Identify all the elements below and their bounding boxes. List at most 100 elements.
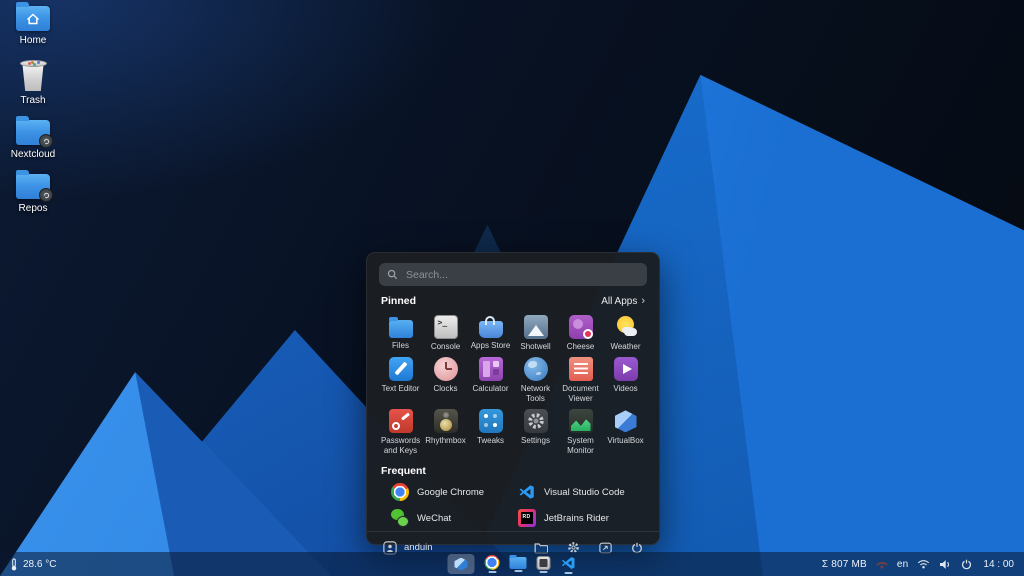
virtualbox-icon [614, 409, 638, 433]
temperature-widget[interactable]: 28.6 °C [10, 558, 56, 571]
pinned-section-header: Pinned All Apps › [381, 295, 645, 307]
taskbar-app-console[interactable] [537, 552, 551, 576]
power-icon[interactable] [961, 559, 972, 570]
desktop-icon-column: Home Trash Nextcloud Repo [4, 6, 62, 214]
app-settings[interactable]: Settings [514, 407, 557, 456]
wechat-icon [391, 509, 409, 527]
pinned-title: Pinned [381, 295, 416, 307]
jetbrains-rider-icon [518, 509, 536, 527]
frequent-app-grid: Google Chrome Visual Studio Code WeChat … [391, 483, 645, 527]
frequent-section-header: Frequent [381, 465, 645, 477]
app-console[interactable]: Console [424, 313, 467, 352]
weather-icon [614, 315, 638, 339]
desktop-icon-label: Repos [19, 203, 48, 214]
taskbar-app-launcher-button[interactable] [448, 554, 475, 574]
taskbar-app-icons [448, 552, 577, 576]
system-monitor-icon [569, 409, 593, 433]
videos-icon [614, 357, 638, 381]
sync-emblem-icon [39, 134, 53, 148]
taskbar-app-vscode[interactable] [561, 552, 577, 576]
app-text-editor[interactable]: Text Editor [379, 355, 422, 404]
network-traffic-icon[interactable] [876, 559, 888, 569]
folder-sync-icon [16, 174, 50, 199]
calculator-icon [479, 357, 503, 381]
files-icon [389, 320, 413, 338]
chrome-icon [391, 483, 409, 501]
taskbar-app-chrome[interactable] [485, 552, 500, 576]
files-icon [510, 557, 527, 569]
home-folder-icon [16, 6, 50, 31]
app-visual-studio-code[interactable]: Visual Studio Code [518, 483, 645, 501]
sync-emblem-icon [39, 188, 53, 202]
app-network-tools[interactable]: Network Tools [514, 355, 557, 404]
app-rhythmbox[interactable]: Rhythmbox [424, 407, 467, 456]
search-icon [387, 269, 398, 280]
app-videos[interactable]: Videos [604, 355, 647, 404]
folder-sync-icon [16, 120, 50, 145]
app-tweaks[interactable]: Tweaks [469, 407, 512, 456]
keyboard-layout[interactable]: en [897, 559, 909, 570]
network-tools-icon [524, 357, 548, 381]
app-weather[interactable]: Weather [604, 313, 647, 352]
taskbar: 28.6 °C [0, 552, 1024, 576]
clocks-icon [434, 357, 458, 381]
frequent-title: Frequent [381, 465, 426, 477]
app-virtualbox[interactable]: VirtualBox [604, 407, 647, 456]
desktop-icon-label: Home [20, 35, 47, 46]
house-glyph-icon [16, 6, 50, 31]
taskbar-app-files[interactable] [510, 552, 527, 576]
desktop-icon-nextcloud[interactable]: Nextcloud [4, 120, 62, 160]
app-clocks[interactable]: Clocks [424, 355, 467, 404]
app-jetbrains-rider[interactable]: JetBrains Rider [518, 509, 645, 527]
app-google-chrome[interactable]: Google Chrome [391, 483, 518, 501]
apps-store-icon [479, 321, 503, 338]
vscode-icon [561, 555, 577, 571]
temperature-value: 28.6 °C [23, 559, 56, 570]
search-bar[interactable] [379, 263, 647, 286]
vscode-icon [518, 483, 536, 501]
search-input[interactable] [404, 268, 639, 282]
app-wechat[interactable]: WeChat [391, 509, 518, 527]
running-indicator [514, 570, 522, 572]
console-icon [434, 315, 458, 339]
trash-icon [20, 60, 47, 91]
running-indicator [488, 571, 496, 573]
cheese-icon [569, 315, 593, 339]
pinned-app-grid: Files Console Apps Store Shotwell Cheese… [379, 313, 647, 456]
tweaks-icon [479, 409, 503, 433]
app-files[interactable]: Files [379, 313, 422, 352]
all-apps-button[interactable]: All Apps › [601, 296, 645, 307]
thermometer-icon [10, 558, 18, 571]
document-viewer-icon [569, 357, 593, 381]
app-passwords-and-keys[interactable]: Passwords and Keys [379, 407, 422, 456]
memory-indicator[interactable]: Σ 807 MB [822, 559, 867, 570]
rhythmbox-icon [434, 409, 458, 433]
desktop: Home Trash Nextcloud Repo [0, 0, 1024, 576]
chrome-icon [485, 555, 500, 570]
app-cheese[interactable]: Cheese [559, 313, 602, 352]
app-calculator[interactable]: Calculator [469, 355, 512, 404]
app-shotwell[interactable]: Shotwell [514, 313, 557, 352]
desktop-icon-trash[interactable]: Trash [4, 60, 62, 106]
app-system-monitor[interactable]: System Monitor [559, 407, 602, 456]
clock[interactable]: 14 : 00 [983, 559, 1014, 570]
chevron-right-icon: › [641, 296, 645, 307]
passwords-keys-icon [389, 409, 413, 433]
app-apps-store[interactable]: Apps Store [469, 313, 512, 352]
launcher-icon [455, 558, 468, 571]
running-indicator [540, 571, 548, 573]
app-launcher-panel: Pinned All Apps › Files Console Apps Sto… [366, 252, 660, 545]
wifi-icon[interactable] [917, 559, 930, 569]
desktop-icon-repos[interactable]: Repos [4, 174, 62, 214]
system-tray: Σ 807 MB en 14 : 00 [822, 559, 1014, 570]
shotwell-icon [524, 315, 548, 339]
running-indicator [565, 572, 573, 574]
console-icon [537, 556, 551, 570]
desktop-icon-home[interactable]: Home [4, 6, 62, 46]
settings-icon [524, 409, 548, 433]
desktop-icon-label: Trash [20, 95, 45, 106]
desktop-icon-label: Nextcloud [11, 149, 55, 160]
volume-icon[interactable] [939, 559, 952, 570]
app-document-viewer[interactable]: Document Viewer [559, 355, 602, 404]
text-editor-icon [389, 357, 413, 381]
